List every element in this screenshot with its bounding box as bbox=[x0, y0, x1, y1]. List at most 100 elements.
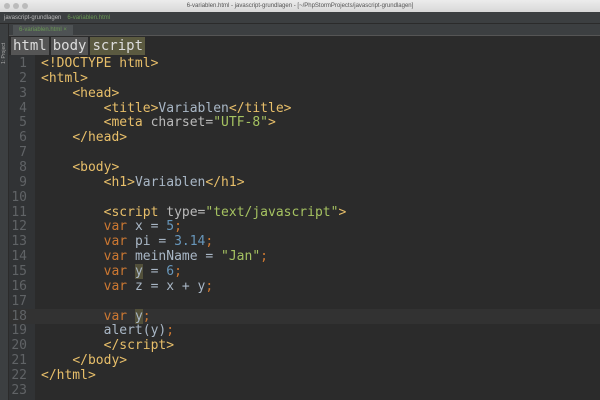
line-number: 13 bbox=[11, 234, 27, 250]
code-line[interactable]: 9 <h1>Variablen</h1> bbox=[9, 175, 600, 190]
tab-6-variablen[interactable]: 6-variablen.html × bbox=[13, 25, 73, 36]
project-tool-button[interactable]: 1: Project bbox=[1, 43, 7, 64]
breadcrumb-script[interactable]: script bbox=[90, 37, 146, 55]
navigation-bar: javascript-grundlagen 6-variablen.html bbox=[0, 12, 600, 24]
code-token: </h1> bbox=[205, 174, 245, 190]
code-token: Variablen bbox=[134, 174, 206, 190]
code-token: ; bbox=[142, 308, 151, 324]
zoom-window-button[interactable] bbox=[22, 3, 28, 9]
code-token: var bbox=[103, 234, 135, 250]
code-text: var meinName = "Jan"; bbox=[41, 249, 268, 264]
code-line[interactable]: 13 var pi = 3.14; bbox=[9, 234, 600, 249]
code-token: </html> bbox=[41, 368, 96, 384]
line-number: 8 bbox=[19, 160, 27, 176]
code-text: </script> bbox=[41, 338, 174, 353]
nav-file[interactable]: 6-variablen.html bbox=[67, 12, 110, 23]
minimize-window-button[interactable] bbox=[13, 3, 19, 9]
code-line[interactable]: 2 <html> bbox=[9, 71, 600, 86]
code-token: <title> bbox=[103, 100, 159, 116]
code-token: <body> bbox=[72, 160, 120, 176]
code-token: ; bbox=[174, 264, 182, 280]
code-token: y bbox=[134, 308, 143, 324]
code-text: <head> bbox=[41, 86, 119, 101]
code-line[interactable]: 23 bbox=[9, 383, 600, 398]
code-token: "text/javascript" bbox=[205, 204, 339, 220]
code-line[interactable]: 3 <head> bbox=[9, 86, 600, 101]
code-text: var y = 6; bbox=[41, 264, 182, 280]
code-token: <head> bbox=[72, 85, 120, 101]
code-token: = bbox=[142, 264, 167, 280]
line-number: 17 bbox=[11, 293, 27, 309]
line-number: 2 bbox=[19, 70, 27, 86]
line-number: 21 bbox=[11, 353, 27, 369]
code-line[interactable]: 17 bbox=[9, 294, 600, 309]
code-token: </title> bbox=[228, 100, 292, 116]
title-bar: 6-variablen.html - javascript-grundlagen… bbox=[0, 0, 600, 12]
code-line[interactable]: 11 <script type="text/javascript"> bbox=[9, 205, 600, 220]
line-number: 6 bbox=[19, 130, 27, 146]
code-line[interactable]: 19 alert(y); bbox=[9, 323, 600, 338]
code-token: var bbox=[103, 308, 135, 324]
code-token: ; bbox=[174, 219, 182, 235]
code-line[interactable]: 5 <meta charset="UTF-8"> bbox=[9, 115, 600, 130]
line-number: 10 bbox=[11, 189, 27, 205]
code-token: > bbox=[338, 204, 347, 220]
window-title: 6-variablen.html - javascript-grundlagen… bbox=[186, 3, 414, 9]
line-number: 23 bbox=[11, 382, 27, 398]
code-line[interactable]: 18 var y; bbox=[9, 308, 600, 324]
code-token: <script bbox=[103, 204, 167, 220]
code-text: <script type="text/javascript"> bbox=[41, 204, 347, 220]
code-token: ; bbox=[205, 278, 214, 294]
code-text: alert(y); bbox=[41, 323, 174, 338]
breadcrumb-body[interactable]: body bbox=[50, 37, 89, 55]
code-line[interactable]: 22 </html> bbox=[9, 368, 600, 383]
code-line[interactable]: 20 </script> bbox=[9, 338, 600, 353]
code-text: <title>Variablen</title> bbox=[41, 101, 292, 116]
code-line[interactable]: 21 </body> bbox=[9, 353, 600, 368]
code-token: <!DOCTYPE html> bbox=[41, 56, 159, 71]
code-line[interactable]: 7 bbox=[9, 145, 600, 160]
code-line[interactable]: 12 var x = 5; bbox=[9, 219, 600, 234]
code-line[interactable]: 14 var meinName = "Jan"; bbox=[9, 249, 600, 264]
line-number: 3 bbox=[19, 85, 27, 101]
code-token: var bbox=[103, 264, 135, 280]
code-token: type= bbox=[166, 204, 206, 220]
code-token: <meta bbox=[103, 115, 151, 131]
code-token: </body> bbox=[72, 353, 128, 369]
breadcrumb-html[interactable]: html bbox=[11, 37, 49, 55]
line-number: 5 bbox=[19, 115, 27, 131]
code-token: var bbox=[103, 249, 135, 265]
code-line[interactable]: 8 <body> bbox=[9, 160, 600, 175]
code-token: charset= bbox=[150, 115, 214, 131]
code-line[interactable]: 16 var z = x + y; bbox=[9, 279, 600, 294]
code-line[interactable]: 6 </head> bbox=[9, 130, 600, 145]
code-token: alert(y) bbox=[41, 323, 167, 339]
code-text: <!DOCTYPE html> bbox=[41, 56, 158, 71]
line-number: 18 bbox=[11, 308, 27, 324]
code-line[interactable]: 1 <!DOCTYPE html> bbox=[9, 56, 600, 71]
nav-project[interactable]: javascript-grundlagen bbox=[4, 12, 61, 23]
code-text: </html> bbox=[41, 368, 96, 383]
code-line[interactable]: 10 bbox=[9, 190, 600, 205]
code-editor[interactable]: 1 <!DOCTYPE html> 2 <html> 3 <head> 4 <title>… bbox=[9, 55, 600, 400]
close-window-button[interactable] bbox=[4, 3, 10, 9]
code-line[interactable]: 4 <title>Variablen</title> bbox=[9, 101, 600, 116]
code-token: 5 bbox=[166, 219, 175, 235]
line-number: 19 bbox=[11, 323, 27, 339]
code-line[interactable]: 15 var y = 6; bbox=[9, 264, 600, 280]
code-token: var bbox=[103, 219, 135, 235]
code-text: var pi = 3.14; bbox=[41, 234, 214, 250]
code-token: ; bbox=[260, 249, 268, 265]
code-token: z = x + y bbox=[134, 278, 206, 294]
code-token: var bbox=[103, 278, 135, 294]
line-number: 1 bbox=[19, 56, 27, 71]
tool-window-strip: 1: Project bbox=[0, 24, 9, 400]
